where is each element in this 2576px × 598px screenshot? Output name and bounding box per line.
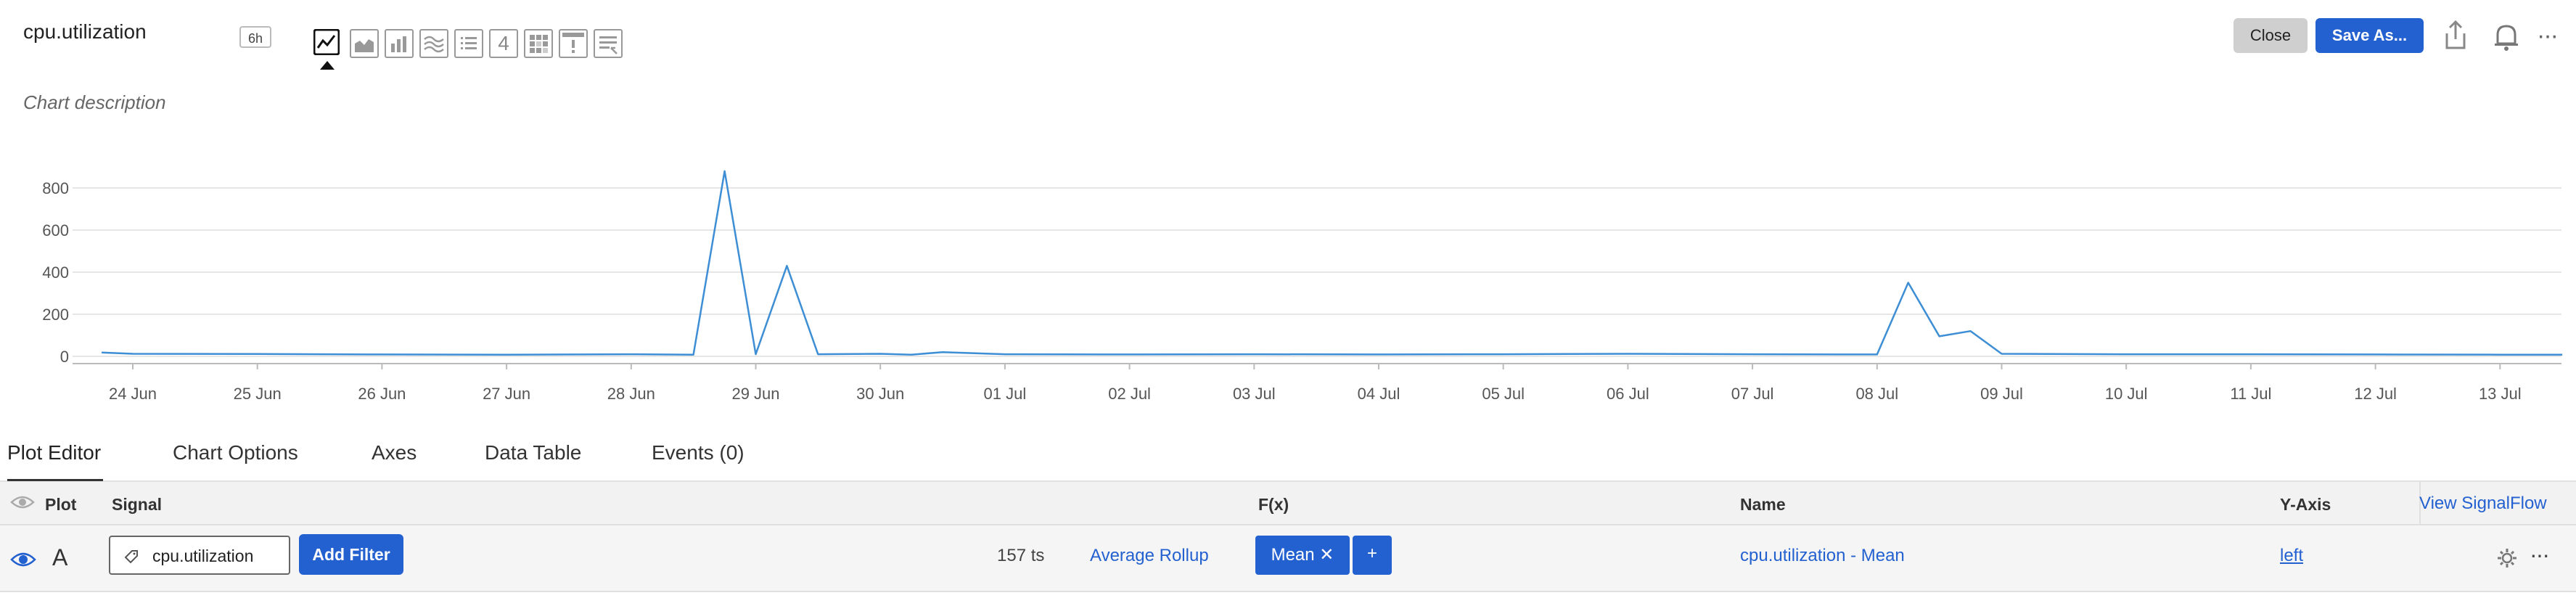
series-line-0 [102,170,2563,356]
header-signal: Signal [112,495,163,514]
area-chart-icon[interactable] [350,29,379,58]
bell-icon[interactable] [2492,20,2521,52]
x-tick-label: 10 Jul [2105,385,2148,403]
x-tick-label: 05 Jul [1482,385,1525,403]
histogram-icon[interactable] [419,29,448,58]
plot-name-link[interactable]: cpu.utilization - Mean [1740,546,1905,566]
x-tick-label: 09 Jul [1980,385,2023,403]
more-options-icon[interactable]: ··· [2537,22,2559,50]
add-filter-button[interactable]: Add Filter [299,534,403,575]
column-chart-icon[interactable] [385,29,414,58]
tab-data-table[interactable]: Data Table [485,441,581,464]
timeseries-count: 157 ts [997,546,1045,565]
x-tick-label: 07 Jul [1731,385,1774,403]
header-plot: Plot [45,495,77,514]
share-icon[interactable] [2442,19,2469,51]
x-tick-label: 02 Jul [1108,385,1151,403]
grid-lines [73,187,2561,364]
line-chart: 0 200 400 600 800 24 Jun 25 Jun 26 Jun 27 Jun 28… [42,170,2563,403]
x-tick-label: 27 Jun [483,385,530,403]
signal-value[interactable]: cpu.utilization [152,546,253,566]
tab-chart-options[interactable]: Chart Options [173,441,298,464]
x-tick-label: 28 Jun [607,385,655,403]
chart-description[interactable]: Chart description [23,91,166,114]
y-axis-ticks: 0 200 400 600 800 [42,179,69,366]
view-signalflow-link[interactable]: View SignalFlow [2419,493,2547,514]
x-tick-label: 30 Jun [856,385,904,403]
y-tick-label: 400 [42,263,69,282]
eye-icon[interactable] [10,493,35,511]
tab-events[interactable]: Events (0) [652,441,745,464]
y-tick-label: 600 [42,221,69,239]
y-tick-label: 0 [60,348,69,366]
save-as-button[interactable]: Save As... [2315,18,2424,53]
header-fx: F(x) [1258,495,1289,514]
x-tick-label: 29 Jun [731,385,779,403]
tab-plot-editor[interactable]: Plot Editor [7,441,101,464]
x-tick-label: 08 Jul [1855,385,1898,403]
event-feed-icon[interactable] [559,29,588,58]
heatmap-icon[interactable] [524,29,553,58]
chart-title[interactable]: cpu.utilization [23,20,147,44]
series-layer [102,170,2563,356]
x-tick-label: 03 Jul [1233,385,1276,403]
x-tick-label: 12 Jul [2354,385,2397,403]
close-button[interactable]: Close [2234,18,2308,53]
single-value-icon[interactable]: 4 [489,29,518,58]
list-icon[interactable] [454,29,483,58]
gear-icon[interactable] [2496,547,2518,569]
active-tab-indicator [7,479,103,481]
line-chart-icon[interactable] [313,29,342,58]
tag-icon [123,549,139,565]
row-more-options-icon[interactable]: ··· [2530,541,2550,568]
yaxis-link[interactable]: left [2280,546,2303,566]
x-tick-label: 24 Jun [109,385,157,403]
add-function-button[interactable]: + [1353,536,1392,575]
rollup-link[interactable]: Average Rollup [1090,546,1209,566]
header-yaxis: Y-Axis [2280,495,2331,514]
y-tick-label: 800 [42,179,69,197]
header-name: Name [1740,495,1786,514]
tab-axes[interactable]: Axes [372,441,417,464]
mean-function-pill[interactable]: Mean ✕ [1255,536,1350,575]
x-tick-label: 25 Jun [234,385,282,403]
x-tick-label: 11 Jul [2230,385,2271,403]
x-tick-label: 13 Jul [2479,385,2522,403]
x-axis-ticks: 24 Jun 25 Jun 26 Jun 27 Jun 28 Jun 29 Jun 30 J… [109,364,2522,403]
selected-type-caret [320,61,335,70]
plot-letter: A [52,544,68,570]
eye-icon[interactable] [10,550,36,569]
x-tick-label: 01 Jul [984,385,1027,403]
x-tick-label: 06 Jul [1607,385,1649,403]
x-tick-label: 04 Jul [1358,385,1400,403]
time-range-badge[interactable]: 6h [239,26,271,48]
text-note-icon[interactable] [594,29,623,58]
y-tick-label: 200 [42,306,69,324]
x-tick-label: 26 Jun [358,385,406,403]
